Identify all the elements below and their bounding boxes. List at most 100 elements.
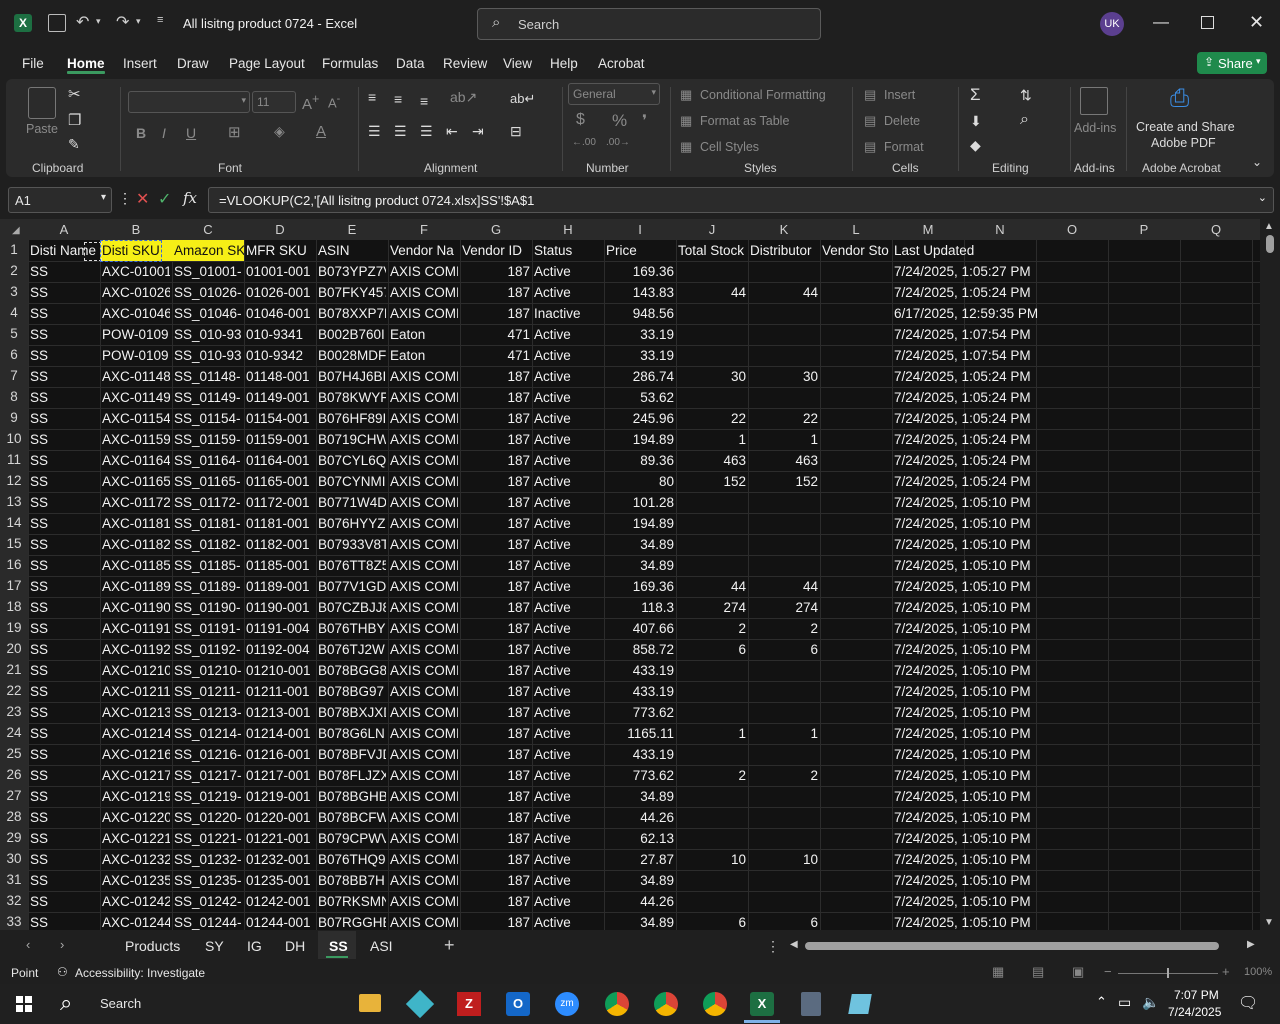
table-cell[interactable]: B078BXJXD: [318, 702, 386, 723]
sheet-tab-ig[interactable]: IG: [247, 938, 262, 954]
table-cell[interactable]: 7/24/2025, 1:05:10 PM: [894, 891, 1110, 912]
table-cell[interactable]: 187: [462, 471, 530, 492]
table-cell[interactable]: AXC-01192: [102, 639, 170, 660]
table-cell[interactable]: [678, 681, 746, 702]
row-header[interactable]: 33: [0, 914, 28, 929]
scroll-right-icon[interactable]: ▶: [1247, 939, 1255, 950]
table-cell[interactable]: 89.36: [606, 450, 674, 471]
table-cell[interactable]: SS: [30, 282, 98, 303]
tab-draw[interactable]: Draw: [177, 56, 209, 71]
table-cell[interactable]: Active: [534, 639, 602, 660]
font-size-dropdown[interactable]: 11: [252, 91, 296, 113]
table-cell[interactable]: B078XXP7E: [318, 303, 386, 324]
table-cell[interactable]: 6: [678, 639, 746, 660]
table-cell[interactable]: 01235-001: [246, 870, 314, 891]
table-cell[interactable]: SS: [30, 555, 98, 576]
table-cell[interactable]: [678, 345, 746, 366]
table-cell[interactable]: 858.72: [606, 639, 674, 660]
align-right-icon[interactable]: ☰: [420, 123, 433, 140]
table-cell[interactable]: [678, 324, 746, 345]
table-cell[interactable]: [822, 849, 890, 870]
table-cell[interactable]: SS: [30, 261, 98, 282]
table-cell[interactable]: 773.62: [606, 702, 674, 723]
table-cell[interactable]: 2: [678, 618, 746, 639]
table-cell[interactable]: 7/24/2025, 1:05:10 PM: [894, 870, 1110, 891]
table-cell[interactable]: B078BGHB: [318, 786, 386, 807]
table-cell[interactable]: SS_01001-: [174, 261, 242, 282]
table-cell[interactable]: [822, 576, 890, 597]
table-cell[interactable]: AXC-01244: [102, 912, 170, 930]
table-cell[interactable]: [750, 261, 818, 282]
spreadsheet-grid[interactable]: Disti Name Disti SKU Amazon SK MFR SKU ASIN V…: [28, 240, 1260, 930]
table-cell[interactable]: [822, 534, 890, 555]
redo-dropdown-icon[interactable]: ▾: [136, 16, 141, 27]
table-cell[interactable]: SS_01213-: [174, 702, 242, 723]
column-header[interactable]: L: [820, 222, 892, 237]
wrap-text-icon[interactable]: ab↵: [510, 91, 535, 107]
table-cell[interactable]: B078BB7H: [318, 870, 386, 891]
table-cell[interactable]: Active: [534, 660, 602, 681]
table-cell[interactable]: Active: [534, 765, 602, 786]
cell-styles-button[interactable]: Cell Styles: [700, 140, 759, 154]
table-cell[interactable]: 7/24/2025, 1:05:24 PM: [894, 282, 1110, 303]
more-options-icon[interactable]: ⋮: [118, 190, 132, 207]
header-cell[interactable]: Vendor Sto: [822, 240, 890, 261]
table-cell[interactable]: Active: [534, 597, 602, 618]
table-cell[interactable]: 187: [462, 387, 530, 408]
zoom-app-icon[interactable]: zm: [555, 992, 579, 1016]
decrease-indent-icon[interactable]: ⇤: [446, 123, 458, 140]
row-header[interactable]: 24: [0, 725, 28, 740]
table-cell[interactable]: [750, 744, 818, 765]
table-cell[interactable]: SS_01149-: [174, 387, 242, 408]
table-cell[interactable]: AXC-01189: [102, 576, 170, 597]
table-cell[interactable]: 33.19: [606, 345, 674, 366]
table-cell[interactable]: 44: [678, 282, 746, 303]
table-cell[interactable]: B077V1GD: [318, 576, 386, 597]
table-cell[interactable]: 187: [462, 261, 530, 282]
table-cell[interactable]: [678, 891, 746, 912]
row-header[interactable]: 14: [0, 515, 28, 530]
table-cell[interactable]: [750, 345, 818, 366]
increase-indent-icon[interactable]: ⇥: [472, 123, 484, 140]
clear-icon[interactable]: ◆: [970, 137, 981, 154]
table-cell[interactable]: B073YPZ7V: [318, 261, 386, 282]
row-header[interactable]: 23: [0, 704, 28, 719]
align-center-icon[interactable]: ☰: [394, 123, 407, 140]
table-cell[interactable]: 01046-001: [246, 303, 314, 324]
table-cell[interactable]: SS: [30, 534, 98, 555]
table-cell[interactable]: 6: [678, 912, 746, 930]
table-cell[interactable]: 187: [462, 765, 530, 786]
table-cell[interactable]: AXIS COMI: [390, 618, 458, 639]
scroll-down-icon[interactable]: ▼: [1264, 917, 1274, 928]
table-cell[interactable]: SS: [30, 366, 98, 387]
tab-file[interactable]: File: [22, 56, 44, 71]
table-cell[interactable]: 01210-001: [246, 660, 314, 681]
currency-button[interactable]: $: [576, 111, 585, 129]
tab-home[interactable]: Home: [67, 56, 105, 71]
table-cell[interactable]: 7/24/2025, 1:05:10 PM: [894, 660, 1110, 681]
table-cell[interactable]: 187: [462, 891, 530, 912]
table-cell[interactable]: 187: [462, 639, 530, 660]
table-cell[interactable]: B07CZBJJ8: [318, 597, 386, 618]
table-cell[interactable]: AXIS COMI: [390, 807, 458, 828]
delete-cells-button[interactable]: Delete: [884, 114, 920, 128]
table-cell[interactable]: SS_01244-: [174, 912, 242, 930]
table-cell[interactable]: AXC-01242: [102, 891, 170, 912]
row-header[interactable]: 13: [0, 494, 28, 509]
table-cell[interactable]: AXIS COMI: [390, 303, 458, 324]
table-cell[interactable]: AXC-01046: [102, 303, 170, 324]
table-cell[interactable]: 169.36: [606, 261, 674, 282]
table-cell[interactable]: 44.26: [606, 807, 674, 828]
table-cell[interactable]: 7/24/2025, 1:05:10 PM: [894, 828, 1110, 849]
table-cell[interactable]: 22: [678, 408, 746, 429]
table-cell[interactable]: AXC-01213: [102, 702, 170, 723]
table-cell[interactable]: 6: [750, 639, 818, 660]
confirm-entry-icon[interactable]: ✓: [158, 189, 171, 209]
collapse-ribbon-icon[interactable]: ⌄: [1252, 155, 1262, 169]
table-cell[interactable]: 1: [678, 723, 746, 744]
table-cell[interactable]: 7/24/2025, 1:05:10 PM: [894, 702, 1110, 723]
tab-view[interactable]: View: [503, 56, 532, 71]
table-cell[interactable]: 01216-001: [246, 744, 314, 765]
header-cell[interactable]: Vendor ID: [462, 240, 530, 261]
chrome-icon-3[interactable]: [703, 992, 727, 1016]
